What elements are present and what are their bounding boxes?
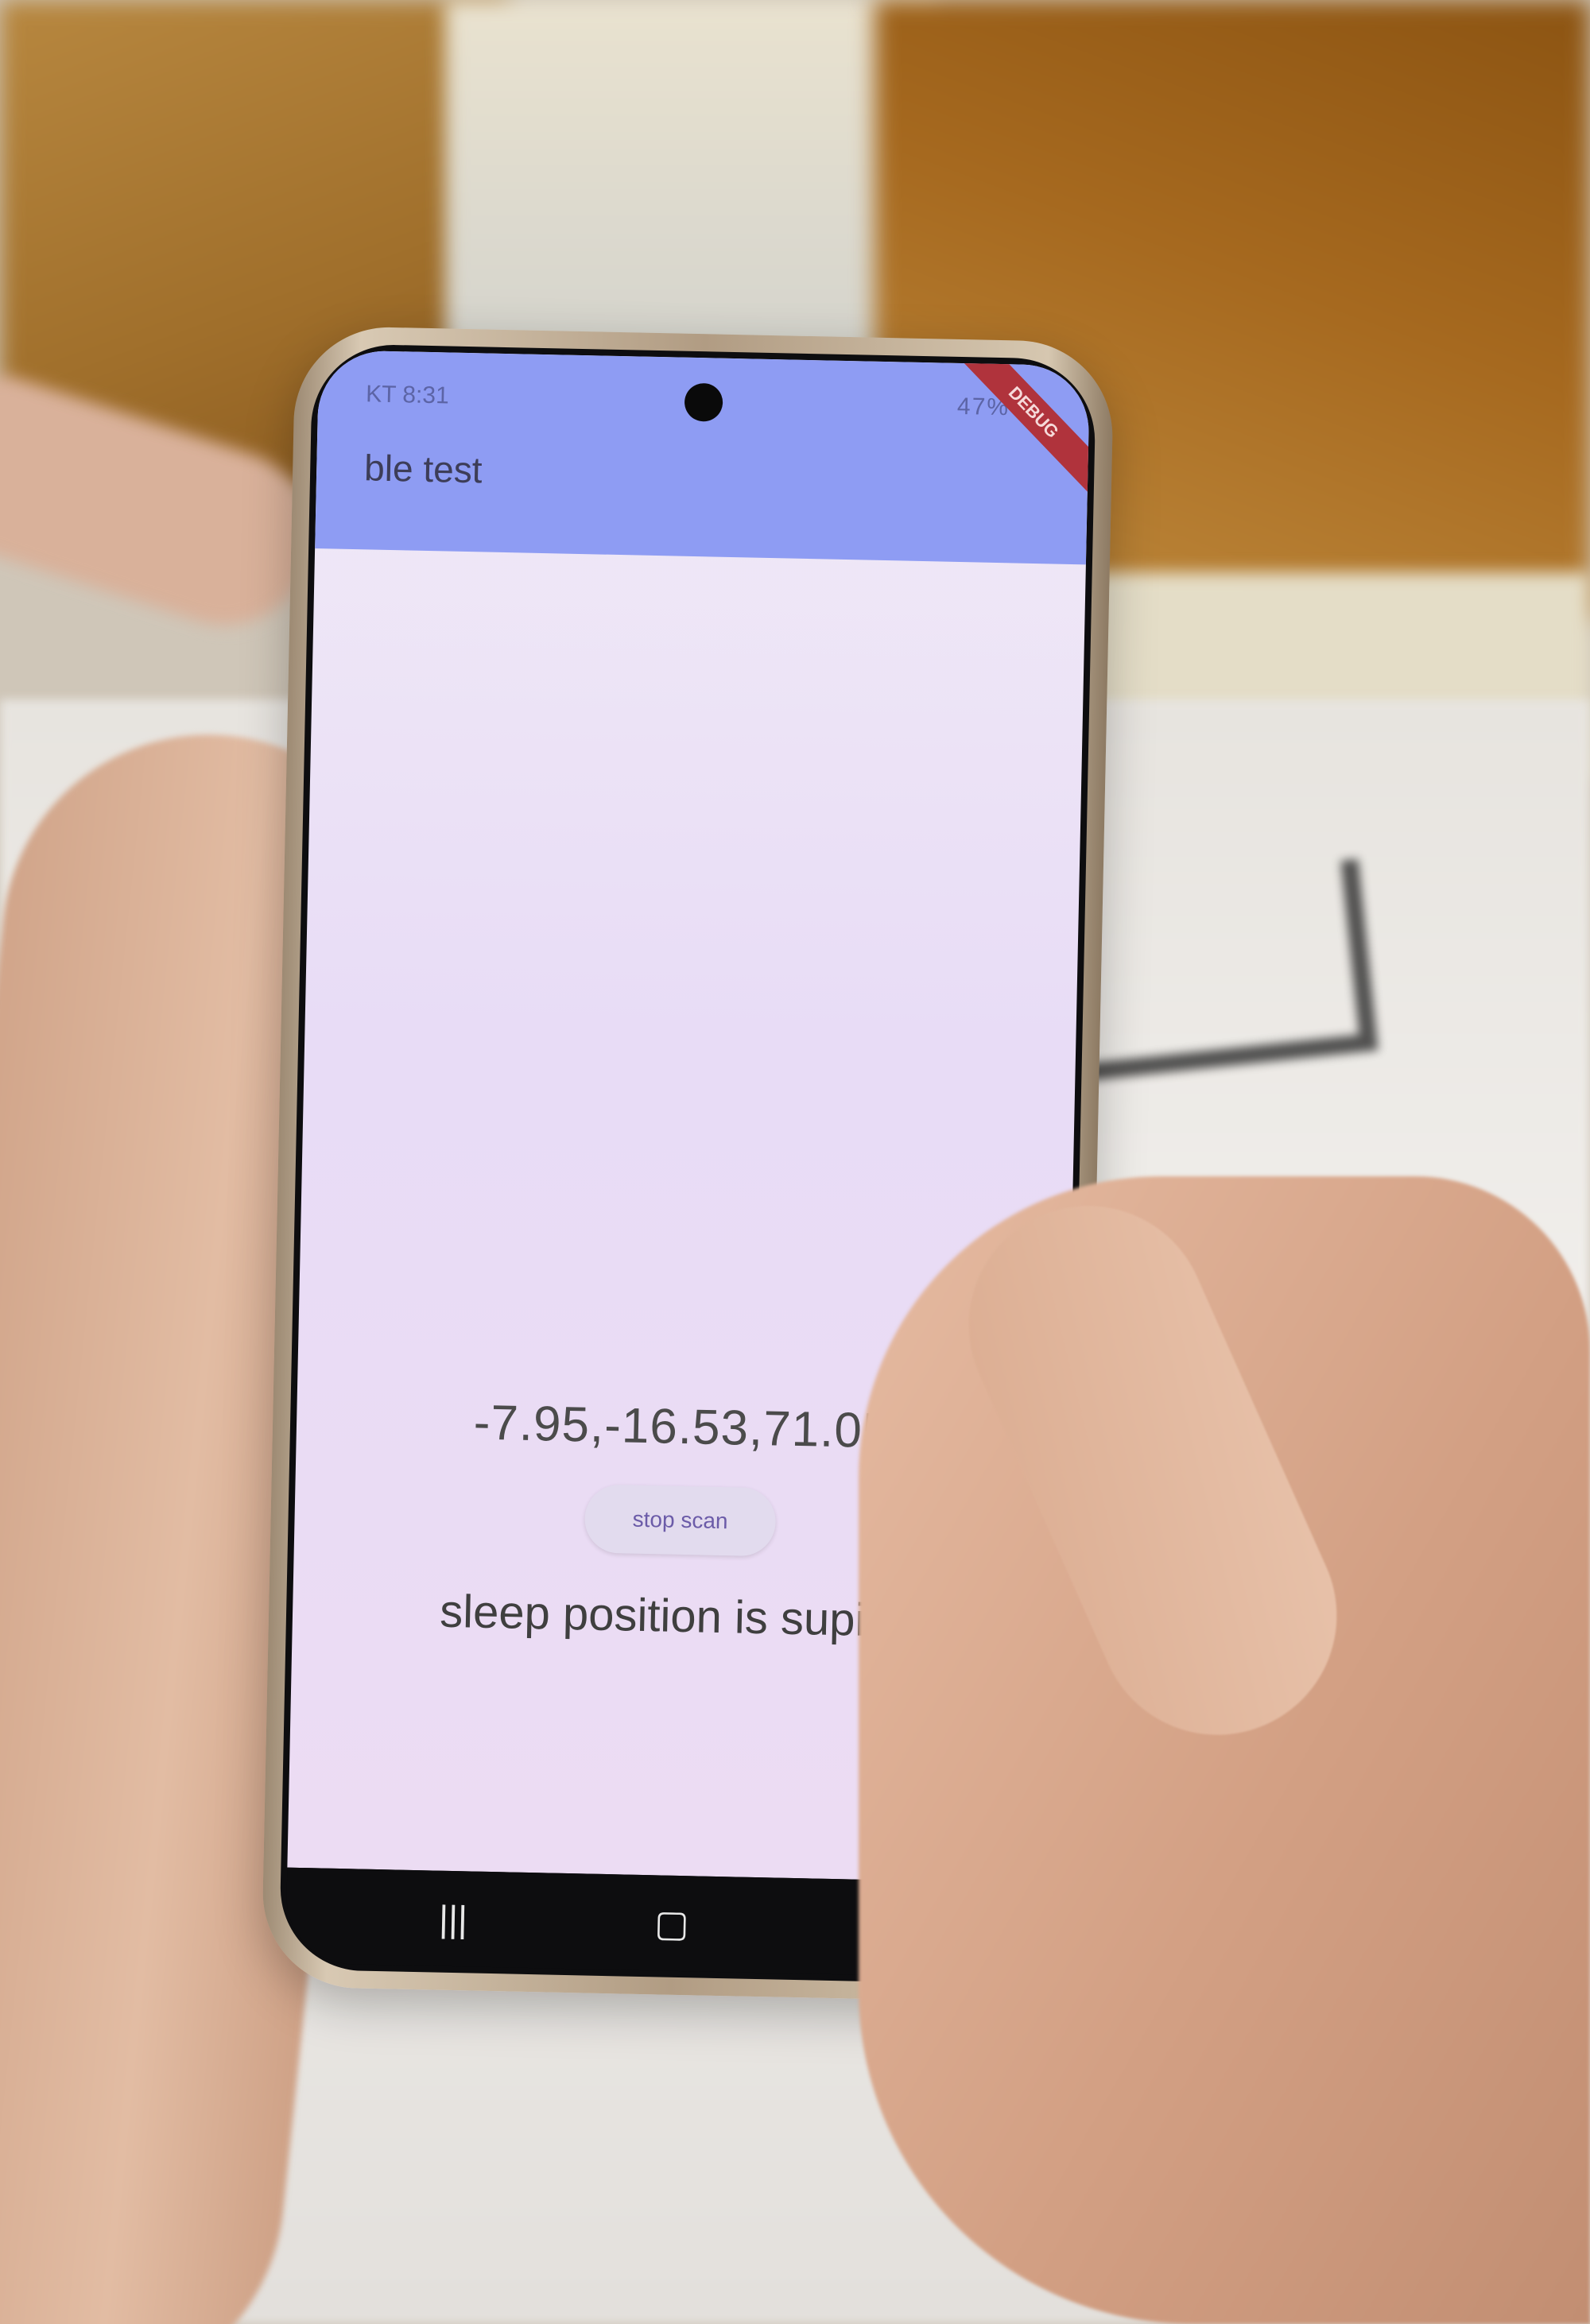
- app-bar: KT 8:31 47% DEBUG ble test: [315, 350, 1091, 565]
- photo-scene: KT 8:31 47% DEBUG ble test -7.95,-16.53,…: [0, 0, 1590, 2324]
- background-strap: [1056, 858, 1379, 1083]
- home-icon[interactable]: ▢: [623, 1892, 720, 1954]
- app-title: ble test: [363, 447, 483, 491]
- stop-scan-button[interactable]: stop scan: [584, 1484, 777, 1557]
- recent-apps-icon[interactable]: |||: [405, 1888, 502, 1950]
- status-time: KT 8:31: [365, 381, 450, 409]
